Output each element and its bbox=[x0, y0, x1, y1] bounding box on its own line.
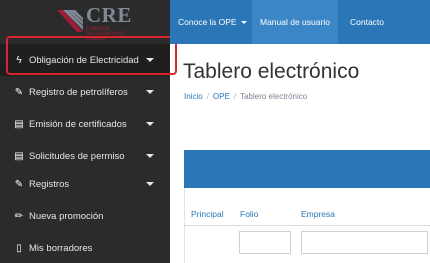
highlight-annotation bbox=[6, 36, 177, 75]
column-header-empresa[interactable]: Empresa bbox=[301, 209, 335, 219]
sidebar-item-emision-certificados[interactable]: ▤ Emisión de certificados bbox=[0, 108, 170, 140]
edit-icon: ✎ bbox=[14, 178, 24, 190]
folio-filter-input[interactable] bbox=[239, 231, 291, 254]
breadcrumb-inicio[interactable]: Inicio bbox=[184, 92, 203, 101]
breadcrumb-separator: / bbox=[206, 92, 209, 101]
document-icon: ▤ bbox=[14, 150, 24, 162]
sidebar-item-registro-petroliferos[interactable]: ✎ Registro de petrolíferos bbox=[0, 76, 170, 108]
top-navbar: Conoce la OPE Manual de usuario Contacto bbox=[170, 0, 430, 44]
sidebar-item-label: Nueva promoción bbox=[29, 210, 104, 222]
breadcrumb-current: Tablero electrónico bbox=[240, 92, 308, 101]
chevron-down-icon bbox=[146, 154, 154, 158]
breadcrumb-separator: / bbox=[233, 92, 237, 101]
table-divider bbox=[184, 225, 430, 226]
nav-link-contacto[interactable]: Contacto bbox=[342, 0, 392, 44]
nav-link-manual-usuario[interactable]: Manual de usuario bbox=[252, 0, 338, 44]
cre-logo-icon bbox=[57, 10, 83, 32]
logo-text: CRE bbox=[86, 3, 132, 27]
breadcrumb: Inicio / OPE / Tablero electrónico bbox=[184, 92, 307, 101]
nav-link-label: Conoce la OPE bbox=[178, 17, 237, 27]
sidebar-item-label: Solicitudes de permiso bbox=[29, 150, 125, 162]
chevron-down-icon bbox=[146, 122, 154, 126]
chevron-down-icon bbox=[146, 90, 154, 94]
sidebar-item-mis-borradores[interactable]: ▯ Mis borradores bbox=[0, 232, 170, 263]
edit-icon: ✎ bbox=[14, 86, 24, 98]
file-icon: ▯ bbox=[16, 242, 22, 254]
empresa-filter-input[interactable] bbox=[301, 231, 428, 254]
chevron-down-icon bbox=[240, 20, 247, 24]
page-title: Tablero electrónico bbox=[183, 60, 360, 83]
nav-link-label: Contacto bbox=[350, 17, 385, 27]
chevron-down-icon bbox=[146, 182, 154, 186]
sidebar-item-label: Registros bbox=[29, 178, 70, 190]
sidebar-item-nueva-promocion[interactable]: ✏ Nueva promoción bbox=[0, 200, 170, 232]
pencil-icon: ✏ bbox=[14, 210, 24, 222]
document-icon: ▤ bbox=[14, 118, 24, 130]
breadcrumb-ope[interactable]: OPE bbox=[213, 92, 230, 101]
sidebar-item-registros[interactable]: ✎ Registros bbox=[0, 168, 170, 200]
column-header-principal[interactable]: Principal bbox=[191, 209, 224, 219]
nav-link-label: Manual de usuario bbox=[260, 17, 330, 27]
nav-link-conoce-ope[interactable]: Conoce la OPE bbox=[170, 0, 255, 44]
panel-header bbox=[184, 150, 430, 188]
sidebar-item-label: Mis borradores bbox=[29, 242, 93, 254]
sidebar-item-label: Emisión de certificados bbox=[29, 118, 127, 130]
column-header-folio[interactable]: Folio bbox=[240, 209, 258, 219]
sidebar-item-label: Registro de petrolíferos bbox=[29, 86, 128, 98]
